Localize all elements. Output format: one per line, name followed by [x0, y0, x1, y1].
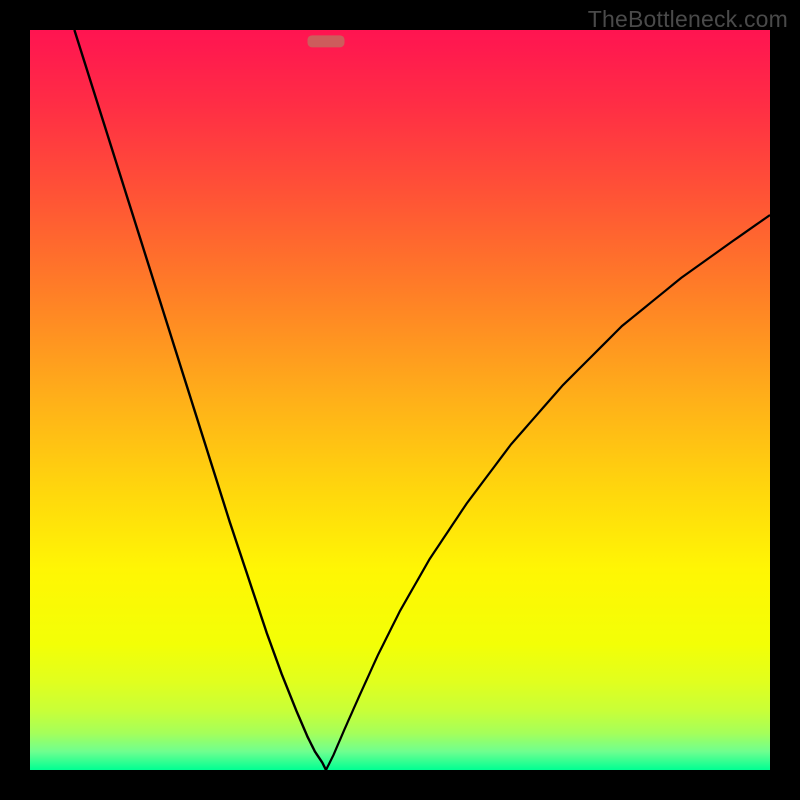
- watermark-text: TheBottleneck.com: [588, 6, 788, 33]
- plot-area: [30, 30, 770, 770]
- chart-frame: TheBottleneck.com: [0, 0, 800, 800]
- gradient-background: [30, 30, 770, 770]
- plot-svg: [30, 30, 770, 770]
- optimum-marker: [308, 35, 345, 47]
